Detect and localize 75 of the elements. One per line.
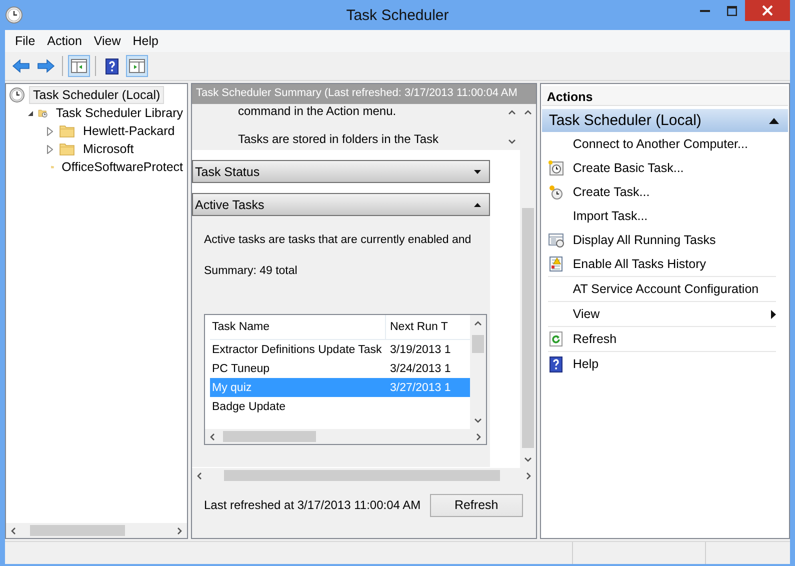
table-cell-text: 3/19/2013 1	[389, 344, 452, 356]
right-arrow-icon	[37, 59, 55, 73]
show-hide-tree-button[interactable]	[68, 55, 90, 77]
action-group-header[interactable]: Task Scheduler (Local)	[542, 109, 788, 132]
expand-triangle-icon[interactable]	[474, 170, 481, 174]
close-icon	[762, 5, 773, 16]
overview-text: Tasks are stored in folders in the Task	[238, 132, 439, 146]
command-link[interactable]: Enable All Tasks History	[572, 257, 706, 271]
clock-star-icon	[548, 184, 564, 200]
tree-item[interactable]: Microsoft	[79, 140, 138, 158]
collapsed-triangle-icon[interactable]	[47, 126, 53, 136]
menu-item[interactable]: Action	[41, 34, 88, 48]
column-header[interactable]: Task Name	[210, 315, 386, 339]
section-title: Active Tasks	[195, 198, 264, 212]
command-link[interactable]: Create Basic Task...	[572, 161, 684, 175]
task-row[interactable]: PC Tuneup 3/24/2013 1	[210, 359, 470, 378]
left-arrow-icon	[12, 59, 30, 73]
command-link[interactable]: Display All Running Tasks	[572, 233, 716, 247]
window-clock-icon	[548, 232, 565, 248]
command-link[interactable]: Connect to Another Computer...	[572, 137, 748, 151]
clock-icon	[9, 87, 25, 103]
section-title: Task Status	[195, 164, 260, 178]
summary-header: Task Scheduler Summary (Last refreshed: 3/17/2013 11:00:04 AM	[192, 84, 536, 104]
refresh-icon	[548, 331, 564, 347]
window-panes-icon	[129, 59, 145, 73]
help-icon	[104, 58, 120, 74]
command-link[interactable]: Refresh	[572, 332, 617, 346]
group-title: Task Scheduler (Local)	[548, 112, 702, 129]
refresh-button[interactable]: Refresh	[430, 494, 523, 516]
tree-item[interactable]: OfficeSoftwareProtect	[58, 158, 187, 176]
collapse-triangle-icon[interactable]	[769, 118, 779, 124]
menu-item[interactable]: Help	[126, 34, 164, 48]
window-panes-icon	[71, 59, 87, 73]
command-link[interactable]: Create Task...	[572, 185, 650, 199]
expanded-triangle-icon[interactable]	[27, 110, 34, 116]
table-cell-text: Extractor Definitions Update Task	[211, 344, 383, 356]
collapsed-triangle-icon[interactable]	[47, 144, 53, 154]
tree-item[interactable]: Hewlett-Packard	[79, 122, 179, 140]
clock-icon	[5, 6, 23, 24]
menu-item[interactable]: File	[9, 34, 42, 48]
table-cell-text: PC Tuneup	[211, 362, 271, 374]
section-header[interactable]: Task Status	[192, 160, 490, 183]
horizontal-scrollbar[interactable]	[6, 523, 187, 538]
close-button[interactable]	[745, 0, 790, 21]
menu-item[interactable]: View	[88, 34, 127, 48]
last-refreshed-text: Last refreshed at 3/17/2013 11:00:04 AM	[204, 498, 421, 512]
maximize-icon	[726, 6, 736, 16]
calendar-clock-icon	[548, 160, 564, 176]
table-cell-text: Badge Update	[211, 400, 287, 412]
task-row[interactable]: Badge Update	[210, 397, 470, 416]
show-hide-actions-button[interactable]	[126, 55, 148, 77]
overview-text: command in the Action menu.	[238, 104, 396, 118]
table-cell-text: My quiz	[211, 382, 253, 394]
table-cell-text: 3/27/2013 1	[389, 382, 452, 394]
column-header[interactable]: Next Run T	[386, 321, 470, 333]
command-link[interactable]: AT Service Account Configuration	[572, 282, 759, 296]
table-cell-text: 3/24/2013 1	[389, 362, 452, 374]
vertical-scrollbar[interactable]	[470, 315, 486, 429]
help-icon	[548, 356, 564, 372]
tree-item[interactable]: Task Scheduler Library	[52, 104, 187, 122]
document-warning-icon	[548, 256, 564, 272]
horizontal-scrollbar[interactable]	[205, 429, 486, 444]
section-header[interactable]: Active Tasks	[192, 193, 490, 216]
actions-title: Actions	[542, 86, 788, 106]
task-row[interactable]: Extractor Definitions Update Task 3/19/2013 1	[210, 340, 470, 359]
command-link[interactable]: Help	[572, 357, 599, 371]
minimize-icon	[700, 10, 710, 12]
window-title: Task Scheduler	[346, 7, 449, 24]
tree-item[interactable]: Task Scheduler (Local)	[29, 86, 164, 104]
collapse-triangle-icon[interactable]	[474, 202, 481, 206]
command-link[interactable]: Import Task...	[572, 209, 648, 223]
vertical-scrollbar[interactable]	[520, 104, 536, 468]
summary-text: Summary: 49 total	[204, 265, 298, 277]
command-link[interactable]: View	[572, 307, 600, 321]
description-text: Active tasks are tasks that are currently enabled and	[204, 234, 472, 246]
